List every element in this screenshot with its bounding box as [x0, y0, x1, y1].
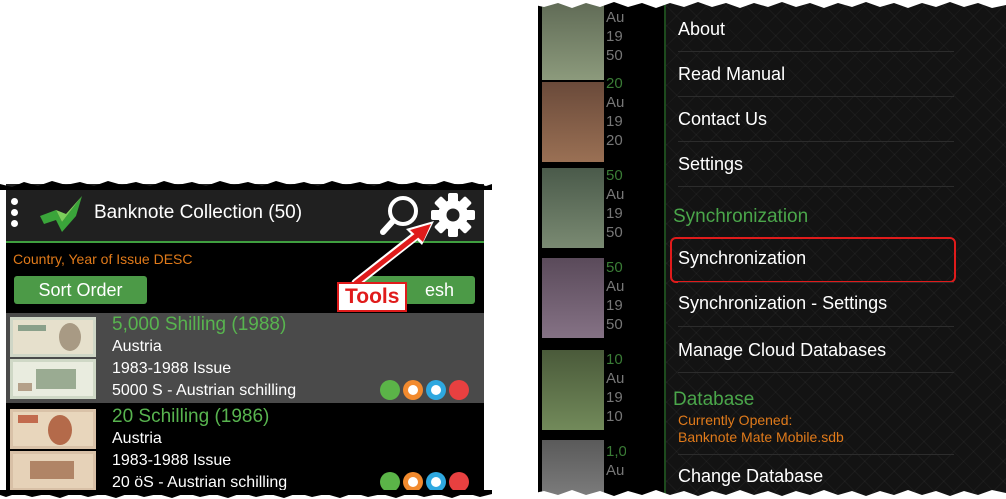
peek-line: Au [606, 370, 625, 387]
peek-text: 50 Au 19 50 [606, 258, 626, 334]
status-dot-orange [403, 472, 423, 492]
item-country: Austria [112, 430, 162, 447]
app-logo-icon [40, 196, 82, 232]
banknote-thumbnail [542, 258, 604, 338]
banknote-thumbnail [542, 82, 604, 162]
divider [678, 51, 954, 52]
menu-item-read-manual[interactable]: Read Manual [678, 64, 785, 85]
torn-edge-top [0, 181, 492, 190]
peek-line: 20 [606, 75, 623, 92]
currently-opened-file: Banknote Mate Mobile.sdb [678, 429, 844, 445]
peek-line: 50 [606, 47, 623, 64]
divider [678, 372, 954, 373]
divider [678, 454, 954, 455]
sort-description: Country, Year of Issue DESC [13, 251, 193, 267]
list-item[interactable]: 20 Schilling (1986) Austria 1983-1988 Is… [6, 405, 484, 495]
peek-line: Au [606, 94, 625, 111]
peek-line: 50 [606, 167, 623, 184]
item-issue: 1983-1988 Issue [112, 452, 232, 469]
app-title: Banknote Collection (50) [94, 202, 303, 223]
peek-line: 19 [606, 297, 623, 314]
menu-item-synchronization[interactable]: Synchronization [678, 248, 806, 269]
banknote-thumbnail [10, 317, 96, 399]
menu-item-contact-us[interactable]: Contact Us [678, 109, 767, 130]
status-dot-green [380, 380, 400, 400]
menu-item-manage-cloud-databases[interactable]: Manage Cloud Databases [678, 340, 886, 361]
status-dot-green [380, 472, 400, 492]
peek-line: 50 [606, 259, 623, 276]
peek-line: Au [606, 278, 625, 295]
menu-item-settings[interactable]: Settings [678, 154, 743, 175]
peek-line: 19 [606, 389, 623, 406]
sort-order-button[interactable]: Sort Order [14, 276, 147, 304]
divider [678, 282, 954, 283]
section-header-synchronization: Synchronization [673, 206, 809, 227]
peek-line: 50 [606, 316, 623, 333]
divider [678, 186, 954, 187]
peek-line: Au [606, 9, 625, 26]
peek-text: Au 19 50 [606, 8, 626, 65]
torn-edge-top [530, 0, 1006, 8]
tools-annotation: Tools [337, 282, 408, 312]
peek-text: 10 Au 19 10 [606, 350, 626, 426]
divider [678, 141, 954, 142]
banknote-thumbnail [10, 409, 96, 491]
banknote-thumbnail [542, 0, 604, 80]
status-dots [380, 472, 472, 492]
menu-item-about[interactable]: About [678, 19, 725, 40]
torn-edge-bottom [530, 490, 1006, 499]
item-country: Austria [112, 338, 162, 355]
status-dot-blue [426, 472, 446, 492]
status-dot-red [449, 472, 469, 492]
item-name: 5,000 Shilling (1988) [112, 314, 287, 335]
drawer-edge [664, 0, 666, 499]
banknote-thumbnail [542, 350, 604, 430]
peek-text: 50 Au 19 50 [606, 166, 626, 242]
status-dot-blue [426, 380, 446, 400]
background-thumbnails [542, 0, 604, 499]
status-dot-red [449, 380, 469, 400]
menu-item-sync-settings[interactable]: Synchronization - Settings [678, 293, 887, 314]
peek-line: Au [606, 186, 625, 203]
peek-line: Au [606, 462, 625, 479]
peek-text: 1,0 Au [606, 442, 626, 480]
peek-line: 20 [606, 132, 623, 149]
peek-line: 19 [606, 113, 623, 130]
peek-line: 50 [606, 224, 623, 241]
item-name: 20 Schilling (1986) [112, 406, 270, 427]
status-dots [380, 380, 472, 400]
peek-line: 19 [606, 205, 623, 222]
peek-line: 10 [606, 351, 623, 368]
currently-opened-label: Currently Opened: [678, 412, 793, 428]
item-issue: 1983-1988 Issue [112, 360, 232, 377]
torn-edge-bottom [0, 490, 492, 498]
divider [678, 326, 954, 327]
section-header-database: Database [673, 389, 755, 410]
menu-item-change-database[interactable]: Change Database [678, 466, 823, 487]
peek-line: 19 [606, 28, 623, 45]
peek-line: 10 [606, 408, 623, 425]
item-detail: 5000 S - Austrian schilling [112, 382, 297, 399]
overflow-menu-icon[interactable] [10, 198, 20, 228]
peek-line: 1,0 [606, 443, 626, 460]
status-dot-orange [403, 380, 423, 400]
banknote-thumbnail [542, 168, 604, 248]
peek-text: 20 Au 19 20 [606, 74, 626, 150]
list-item[interactable]: 5,000 Shilling (1988) Austria 1983-1988 … [6, 313, 484, 403]
divider [678, 96, 954, 97]
